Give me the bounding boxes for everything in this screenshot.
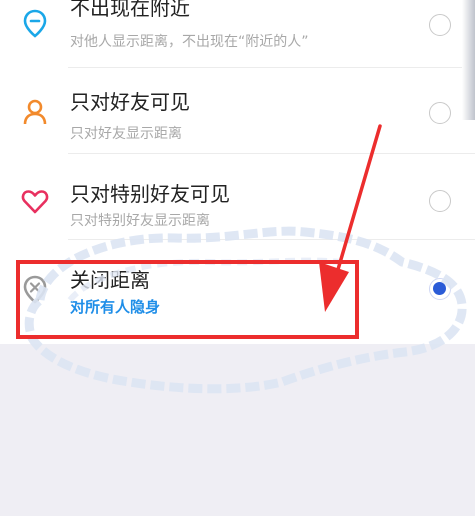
radio-button[interactable] xyxy=(429,102,451,124)
scroll-edge-shadow xyxy=(462,0,475,120)
option-title: 只对好友可见 xyxy=(70,90,190,114)
option-subtitle: 对所有人隐身 xyxy=(70,298,161,316)
location-pin-icon xyxy=(23,9,47,38)
location-off-icon xyxy=(23,275,47,304)
heart-icon xyxy=(21,190,49,214)
option-close-distance[interactable]: 关闭距离 对所有人隐身 xyxy=(0,240,475,326)
option-friends-only[interactable]: 只对好友可见 只对好友显示距离 xyxy=(0,68,475,154)
option-subtitle: 对他人显示距离，不出现在“附近的人” xyxy=(70,34,309,50)
option-title: 关闭距离 xyxy=(70,268,150,292)
radio-button[interactable] xyxy=(429,14,451,36)
person-icon xyxy=(23,99,47,125)
distance-visibility-list: 不出现在附近 对他人显示距离，不出现在“附近的人” 只对好友可见 只对好友显示距… xyxy=(0,0,475,344)
option-subtitle: 只对好友显示距离 xyxy=(70,126,182,142)
option-title: 不出现在附近 xyxy=(70,0,190,20)
option-title: 只对特别好友可见 xyxy=(70,182,230,206)
option-subtitle: 只对特别好友显示距离 xyxy=(70,213,210,229)
option-special-friends-only[interactable]: 只对特别好友可见 只对特别好友显示距离 xyxy=(0,154,475,240)
option-hide-from-nearby[interactable]: 不出现在附近 对他人显示距离，不出现在“附近的人” xyxy=(0,0,475,68)
radio-button[interactable] xyxy=(429,190,451,212)
radio-button-selected[interactable] xyxy=(429,278,451,300)
